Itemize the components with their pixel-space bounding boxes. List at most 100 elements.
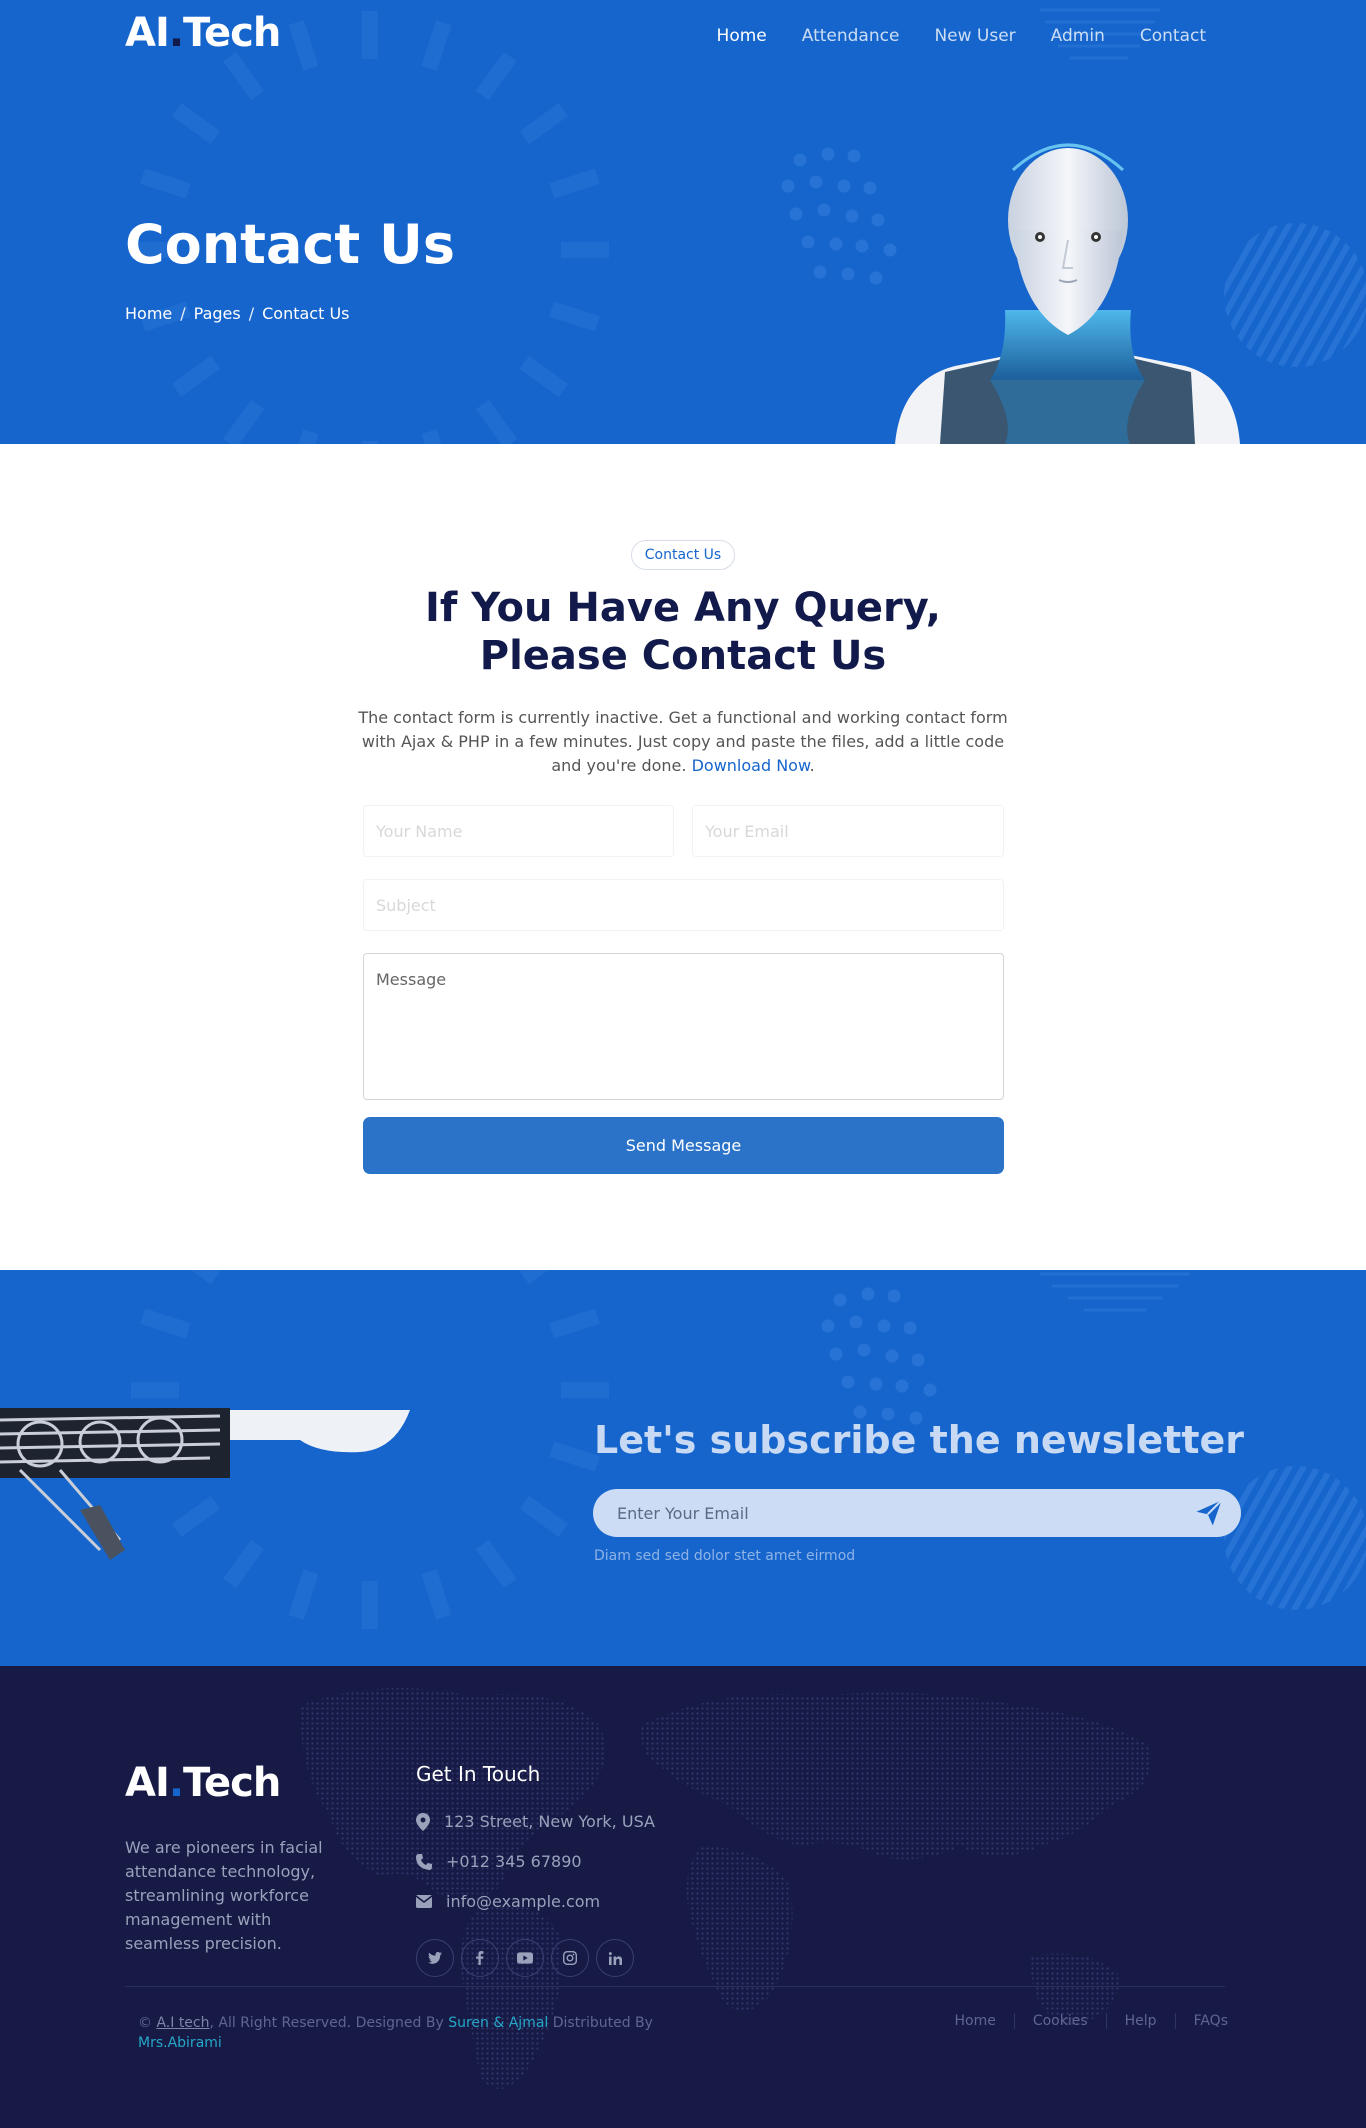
breadcrumb-pages[interactable]: Pages	[194, 304, 241, 323]
decor-dash	[561, 1382, 609, 1398]
decor-dot	[903, 1321, 917, 1335]
site-logo[interactable]: AI.Tech	[125, 10, 281, 56]
email-input[interactable]: Your Email	[692, 805, 1004, 857]
main-nav: Home Attendance New User Admin Contact	[717, 26, 1206, 46]
footer-link-faqs[interactable]: FAQs	[1174, 2013, 1228, 2029]
copyright-distributed: Distributed By	[548, 2015, 653, 2031]
footer-logo[interactable]: AI.Tech	[125, 1760, 281, 1806]
decor-dash	[519, 1270, 569, 1285]
footer-link-home[interactable]: Home	[937, 2013, 1014, 2029]
footer-link-cookies[interactable]: Cookies	[1013, 2013, 1106, 2029]
page-title: Contact Us	[125, 213, 456, 276]
decor-dash	[421, 20, 452, 71]
name-input[interactable]: Your Name	[363, 805, 674, 857]
footer-email-text: info@example.com	[446, 1892, 601, 1911]
decor-dot	[849, 1315, 863, 1329]
decor-dot	[841, 1375, 855, 1389]
newsletter-placeholder: Enter Your Email	[617, 1503, 749, 1523]
message-placeholder: Message	[376, 970, 447, 989]
newsletter-email-input[interactable]: Enter Your Email	[593, 1489, 1241, 1537]
decor-dash	[561, 242, 609, 258]
subject-input[interactable]: Subject	[363, 879, 1004, 931]
decor-dot	[847, 149, 861, 163]
contact-description-end: .	[809, 756, 815, 775]
decor-dash	[519, 103, 569, 145]
copyright-brand-link[interactable]: A.I tech	[156, 2015, 209, 2031]
envelope-icon	[416, 1895, 432, 1908]
contact-description: The contact form is currently inactive. …	[358, 706, 1008, 778]
decor-dash	[171, 355, 221, 397]
decor-dash	[475, 399, 517, 444]
designers-link[interactable]: Suren & Ajmal	[448, 2015, 548, 2031]
footer-about: We are pioneers in facial attendance tec…	[125, 1838, 323, 1953]
nav-attendance[interactable]: Attendance	[802, 26, 900, 46]
decor-dot	[817, 203, 831, 217]
breadcrumb-current: Contact Us	[262, 304, 350, 323]
decor-dash	[421, 429, 452, 444]
footer-logo-dot: .	[168, 1760, 184, 1806]
decor-stripe	[1224, 1466, 1275, 1610]
paper-plane-icon[interactable]	[1194, 1498, 1224, 1528]
breadcrumb-home[interactable]: Home	[125, 304, 172, 323]
decor-dot	[821, 1319, 835, 1333]
decor-dash	[475, 1539, 517, 1589]
youtube-icon[interactable]	[506, 1939, 544, 1977]
copyright: © A.I tech, All Right Reserved. Designed…	[138, 2013, 658, 2053]
social-links	[416, 1939, 634, 1977]
send-message-button[interactable]: Send Message	[363, 1117, 1004, 1174]
decor-dot	[845, 209, 859, 223]
map-marker-icon	[416, 1812, 430, 1831]
decor-stripe	[1224, 1466, 1261, 1610]
distributor-link[interactable]: Mrs.Abirami	[138, 2035, 222, 2051]
decor-dot	[861, 1287, 875, 1301]
twitter-icon[interactable]	[416, 1939, 454, 1977]
decor-dash	[140, 1308, 191, 1339]
decor-dash	[131, 1382, 179, 1398]
nav-contact[interactable]: Contact	[1140, 26, 1206, 46]
instagram-icon[interactable]	[551, 1939, 589, 1977]
nav-admin[interactable]: Admin	[1051, 26, 1105, 46]
breadcrumb-separator: /	[248, 304, 255, 323]
decor-stripe	[1102, 1448, 1202, 1628]
decor-dash	[549, 168, 600, 199]
breadcrumb-separator: /	[180, 304, 186, 323]
hero-section: AI.Tech Home Attendance New User Admin C…	[0, 0, 1366, 444]
copyright-prefix: ©	[138, 2015, 157, 2031]
decor-dot	[829, 1347, 843, 1361]
newsletter-decoration	[0, 1270, 1366, 1629]
decor-dot	[793, 153, 807, 167]
decor-dot	[813, 265, 827, 279]
footer-email: info@example.com	[416, 1892, 600, 1911]
message-textarea[interactable]: Message	[363, 953, 1004, 1100]
decor-dash	[288, 429, 319, 444]
contact-heading-line2: Please Contact Us	[479, 633, 887, 679]
footer-logo-text-tech: Tech	[183, 1760, 281, 1806]
footer-address-text: 123 Street, New York, USA	[444, 1812, 655, 1831]
decor-dot	[871, 213, 885, 227]
decor-dot	[833, 1293, 847, 1307]
facebook-icon[interactable]	[461, 1939, 499, 1977]
decor-dot	[877, 1319, 891, 1333]
decor-dot	[809, 175, 823, 189]
footer-phone: +012 345 67890	[416, 1852, 582, 1871]
decor-dash	[223, 51, 265, 101]
decor-dash	[475, 51, 517, 101]
decor-dot	[863, 181, 877, 195]
decor-dot	[857, 1343, 871, 1357]
subject-placeholder: Subject	[376, 895, 436, 915]
linkedin-icon[interactable]	[596, 1939, 634, 1977]
decor-stripe	[1224, 1466, 1247, 1610]
nav-new-user[interactable]: New User	[934, 26, 1015, 46]
footer-link-help[interactable]: Help	[1105, 2013, 1175, 2029]
footer-logo-text-ai: AI	[125, 1760, 170, 1806]
decor-stripe	[1088, 1448, 1188, 1628]
download-now-link[interactable]: Download Now	[692, 756, 810, 775]
footer-links: Home Cookies Help FAQs	[937, 2013, 1228, 2029]
decor-dot	[923, 1383, 937, 1397]
nav-home[interactable]: Home	[717, 26, 767, 46]
decor-dot	[853, 1405, 867, 1419]
decor-dash	[288, 20, 319, 71]
decor-dot	[869, 271, 883, 285]
name-placeholder: Your Name	[376, 821, 463, 841]
logo-text-tech: Tech	[183, 10, 281, 56]
